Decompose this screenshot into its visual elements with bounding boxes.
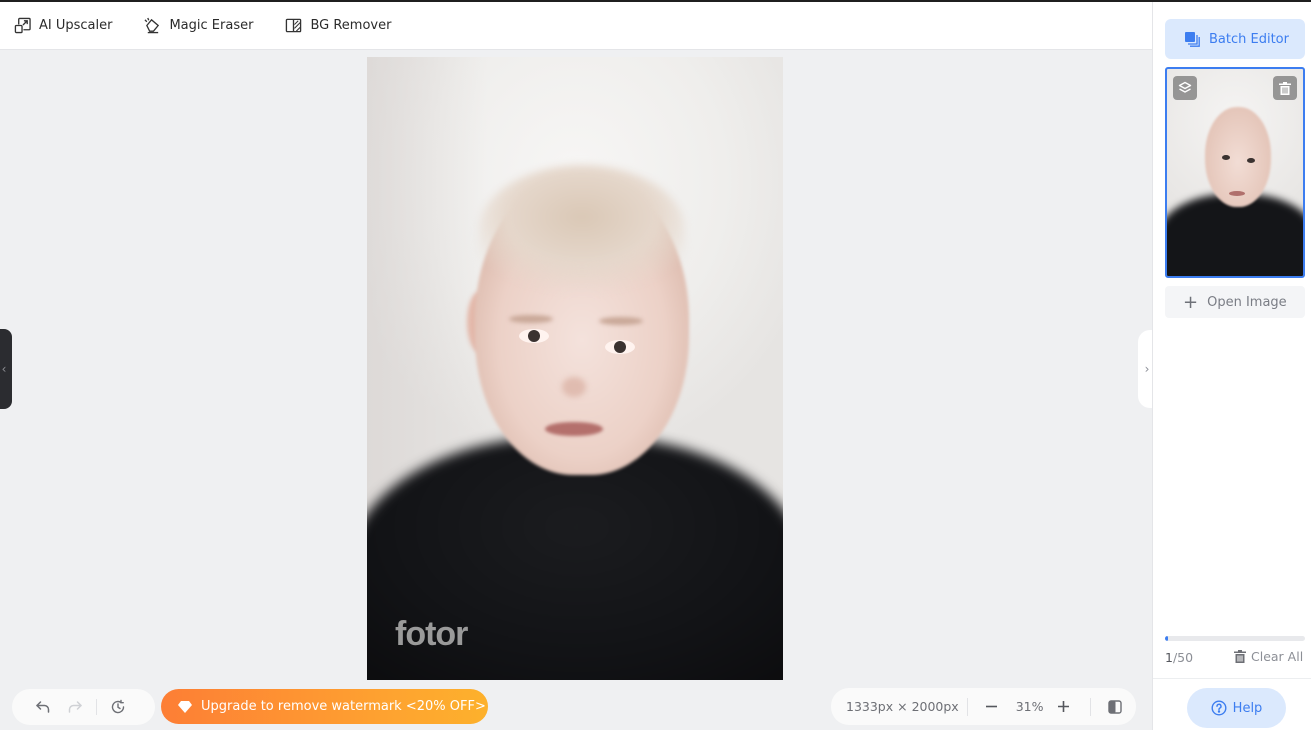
- question-circle-icon: [1211, 700, 1227, 716]
- right-sidebar: Batch Editor + Open Image 1/50 Clear All…: [1152, 2, 1311, 730]
- upgrade-watermark-button[interactable]: Upgrade to remove watermark <20% OFF>: [161, 689, 488, 724]
- thumb-eye-right: [1247, 158, 1255, 163]
- zoom-level: 31%: [1015, 699, 1044, 714]
- batch-layers-icon: [1185, 31, 1200, 47]
- trash-icon: [1234, 650, 1246, 663]
- zoom-in-button[interactable]: [1049, 700, 1079, 713]
- bg-remover-button[interactable]: BG Remover: [285, 17, 391, 34]
- fotor-watermark: fotor: [395, 615, 468, 653]
- history-button[interactable]: [107, 696, 129, 718]
- clear-all-button[interactable]: Clear All: [1234, 649, 1303, 664]
- batch-progress-fill: [1165, 636, 1168, 641]
- photo-brow-left: [509, 315, 553, 323]
- upgrade-label: Upgrade to remove watermark <20% OFF>: [201, 699, 486, 714]
- upscale-icon: [14, 17, 31, 34]
- zoom-out-button[interactable]: [977, 700, 1007, 713]
- image-count: 1/50: [1165, 650, 1193, 665]
- clear-all-label: Clear All: [1251, 649, 1304, 664]
- zoom-controls: 1333px × 2000px 31%: [831, 688, 1136, 725]
- trash-icon: [1279, 81, 1291, 95]
- photo-nose: [562, 377, 586, 397]
- top-toolbar: AI Upscaler Magic Eraser BG Remover: [0, 2, 1152, 50]
- open-image-label: Open Image: [1207, 294, 1287, 310]
- batch-editor-button[interactable]: Batch Editor: [1165, 19, 1305, 59]
- compare-divider: [1089, 697, 1091, 716]
- photo-eye-right: [605, 340, 635, 354]
- compare-button[interactable]: [1102, 699, 1128, 714]
- history-divider: [96, 699, 97, 715]
- magic-eraser-button[interactable]: Magic Eraser: [144, 17, 253, 34]
- batch-editor-label: Batch Editor: [1209, 31, 1289, 47]
- right-panel-toggle[interactable]: ›: [1138, 330, 1152, 408]
- chevron-left-icon: ‹: [1, 362, 7, 376]
- ai-upscaler-button[interactable]: AI Upscaler: [14, 17, 112, 34]
- chevron-right-icon: ›: [1144, 362, 1150, 376]
- open-image-button[interactable]: + Open Image: [1165, 286, 1305, 318]
- ai-upscaler-label: AI Upscaler: [39, 18, 113, 33]
- diamond-icon: [178, 700, 192, 713]
- edited-photo[interactable]: fotor: [367, 57, 783, 680]
- plus-icon: [1058, 701, 1070, 712]
- compare-icon: [1108, 699, 1122, 714]
- history-icon: [111, 699, 125, 714]
- thumbnail-delete-button[interactable]: [1273, 76, 1297, 100]
- minus-icon: [986, 705, 998, 708]
- photo-mouth: [545, 422, 603, 436]
- history-controls: [12, 689, 155, 725]
- magic-eraser-label: Magic Eraser: [169, 18, 254, 33]
- thumbnail-layers-button[interactable]: [1173, 76, 1197, 100]
- layers-icon: [1178, 81, 1192, 93]
- eraser-icon: [144, 17, 160, 34]
- image-count-total: /50: [1172, 650, 1194, 665]
- photo-eye-left: [519, 329, 549, 343]
- undo-icon: [36, 701, 50, 713]
- undo-button[interactable]: [32, 696, 54, 718]
- batch-progress-bar: [1165, 636, 1305, 641]
- left-panel-toggle[interactable]: ‹: [0, 329, 12, 409]
- photo-brow-right: [599, 317, 643, 325]
- photo-hair: [479, 165, 685, 295]
- redo-icon: [68, 701, 82, 713]
- thumb-mouth: [1229, 191, 1245, 196]
- help-label: Help: [1232, 700, 1263, 716]
- image-dimensions: 1333px × 2000px: [846, 699, 959, 714]
- thumb-eye-left: [1222, 155, 1230, 160]
- image-count-current: 1: [1165, 650, 1173, 665]
- sidebar-divider: [1153, 678, 1311, 679]
- editor-canvas: fotor: [0, 51, 1152, 730]
- bg-remover-label: BG Remover: [310, 18, 392, 33]
- plus-icon: +: [1183, 291, 1199, 313]
- redo-button[interactable]: [64, 696, 86, 718]
- bg-remover-icon: [286, 18, 302, 33]
- zoom-divider: [966, 697, 968, 716]
- help-button[interactable]: Help: [1187, 688, 1286, 728]
- image-thumbnail[interactable]: [1165, 67, 1305, 278]
